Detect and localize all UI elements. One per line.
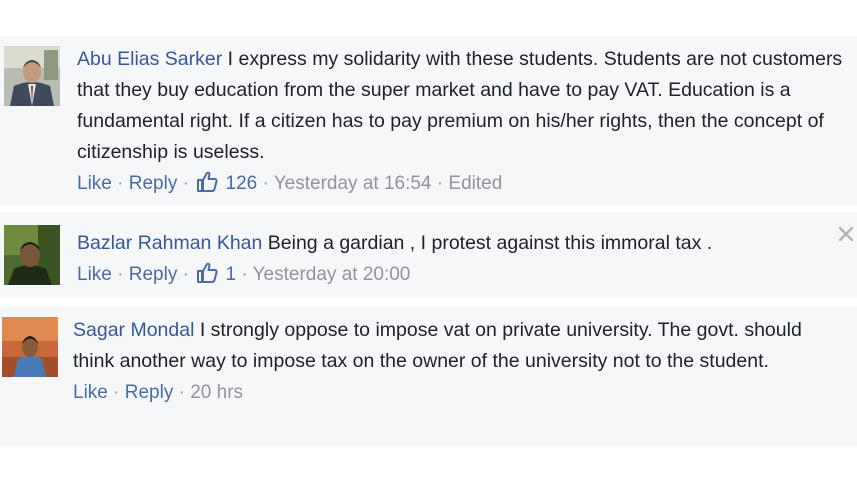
separator: ·	[262, 173, 274, 194]
separator: ·	[182, 264, 195, 285]
close-icon[interactable]	[837, 225, 855, 243]
separator: ·	[436, 173, 449, 194]
comment-item: Abu Elias Sarker I express my solidarity…	[0, 36, 857, 205]
comment-author[interactable]: Abu Elias Sarker	[77, 48, 222, 70]
separator: ·	[178, 382, 191, 403]
avatar[interactable]	[4, 225, 60, 285]
timestamp[interactable]: Yesterday at 16:54	[274, 173, 432, 194]
comment-text: Being a gardian , I protest against this…	[267, 232, 713, 254]
separator: ·	[117, 264, 129, 285]
separator: ·	[182, 173, 195, 194]
comment-actions: Like · Reply · 20 hrs	[73, 377, 843, 408]
like-count[interactable]: 1	[226, 264, 237, 285]
comment-body: Abu Elias Sarker I express my solidarity…	[77, 44, 847, 202]
edited-label[interactable]: Edited	[448, 173, 502, 194]
comment-actions: Like · Reply · 126 · Yesterday at 16:54 …	[77, 168, 847, 202]
thumbs-up-icon[interactable]	[196, 262, 218, 293]
separator: ·	[241, 264, 253, 285]
reply-button[interactable]: Reply	[125, 382, 174, 403]
separator: ·	[117, 173, 129, 194]
comment-item: Bazlar Rahman Khan Being a gardian , I p…	[0, 212, 857, 298]
reply-button[interactable]: Reply	[129, 173, 178, 194]
like-button[interactable]: Like	[77, 173, 112, 194]
comment-body: Bazlar Rahman Khan Being a gardian , I p…	[77, 228, 837, 293]
avatar[interactable]	[4, 46, 60, 106]
timestamp[interactable]: Yesterday at 20:00	[253, 264, 411, 285]
comment-body: Sagar Mondal I strongly oppose to impose…	[73, 315, 843, 408]
comment-actions: Like · Reply · 1 · Yesterday at 20:00	[77, 259, 837, 293]
separator: ·	[113, 382, 125, 403]
comment-author[interactable]: Bazlar Rahman Khan	[77, 232, 262, 254]
avatar[interactable]	[2, 317, 58, 377]
comment-author[interactable]: Sagar Mondal	[73, 319, 194, 341]
reply-button[interactable]: Reply	[129, 264, 178, 285]
thumbs-up-icon[interactable]	[196, 171, 218, 202]
like-count[interactable]: 126	[226, 173, 258, 194]
like-button[interactable]: Like	[77, 264, 112, 285]
timestamp[interactable]: 20 hrs	[190, 382, 243, 403]
like-button[interactable]: Like	[73, 382, 108, 403]
comment-item: Sagar Mondal I strongly oppose to impose…	[0, 307, 857, 447]
